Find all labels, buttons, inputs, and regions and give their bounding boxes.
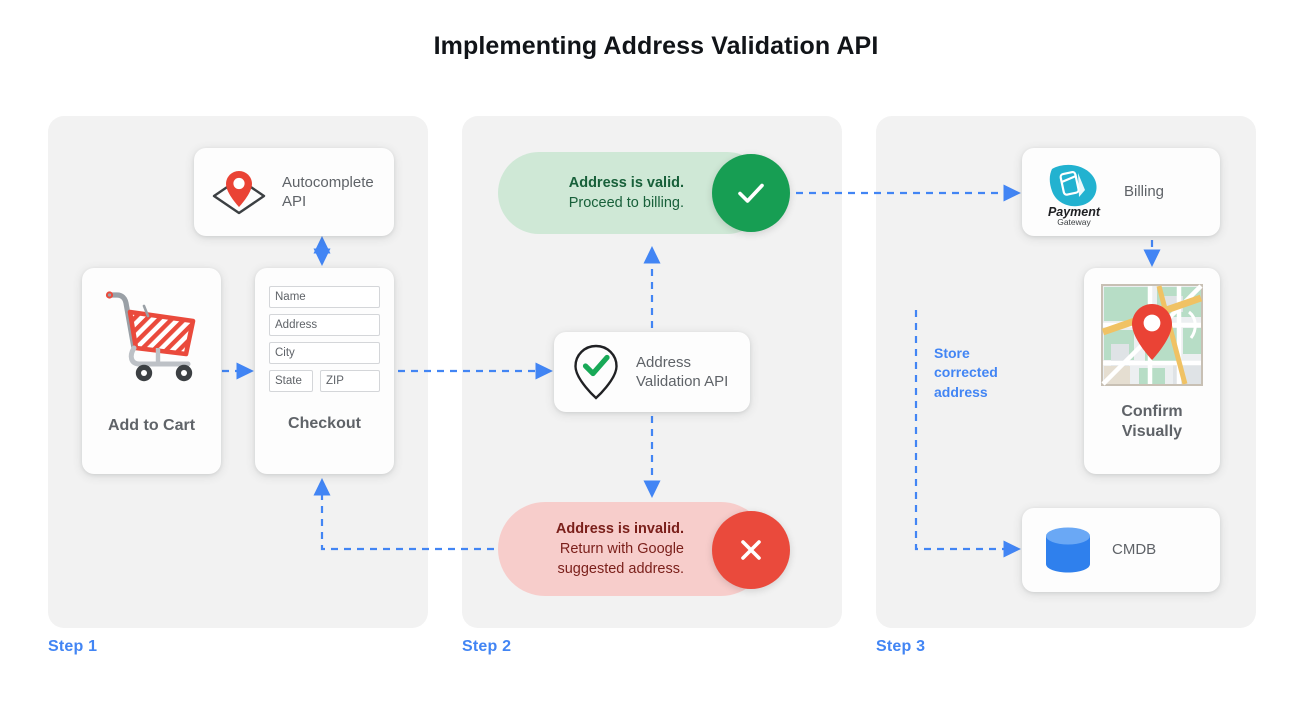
address-validation-api-label: Address Validation API <box>636 353 729 390</box>
city-field[interactable]: City <box>269 342 380 364</box>
map-pin-diamond-icon <box>212 171 266 215</box>
confirm-visually-card[interactable]: Confirm Visually <box>1084 268 1220 474</box>
state-field[interactable]: State <box>269 370 313 392</box>
shopping-cart-icon <box>105 291 195 382</box>
payment-logo-secondary-text: Gateway <box>1057 217 1091 227</box>
map-pin-check-icon <box>574 344 618 400</box>
cmdb-card[interactable]: CMDB <box>1022 508 1220 592</box>
invalid-status-badge <box>712 511 790 589</box>
cmdb-label: CMDB <box>1112 541 1157 559</box>
address-validation-api-card[interactable]: Address Validation API <box>554 332 750 412</box>
address-invalid-line1: Address is invalid. <box>555 521 684 537</box>
billing-label: Billing <box>1124 183 1165 201</box>
confirm-visually-label: Confirm Visually <box>1121 403 1183 440</box>
address-valid-line1: Address is valid. <box>568 174 684 191</box>
state-zip-row: State ZIP <box>269 370 380 392</box>
step-1-label: Step 1 <box>48 638 98 655</box>
map-thumbnail-icon <box>1101 284 1203 386</box>
autocomplete-api-card[interactable]: Autocomplete API <box>194 148 394 236</box>
address-invalid-line3: suggested address. <box>557 561 684 577</box>
add-to-cart-card[interactable]: Add to Cart <box>82 268 221 474</box>
address-valid-line2: Proceed to billing. <box>568 195 684 211</box>
check-icon <box>738 183 764 203</box>
autocomplete-api-label: Autocomplete API <box>282 173 374 210</box>
zip-field[interactable]: ZIP <box>320 370 380 392</box>
checkout-label: Checkout <box>288 415 361 432</box>
address-invalid-line2: Return with Google <box>559 541 684 557</box>
step-2-label: Step 2 <box>462 638 512 655</box>
checkout-card[interactable]: Name Address City State ZIP Checkout <box>255 268 394 474</box>
add-to-cart-label: Add to Cart <box>107 417 196 434</box>
address-field[interactable]: Address <box>269 314 380 336</box>
database-icon <box>1046 527 1090 573</box>
billing-card[interactable]: Payment Gateway Billing <box>1022 148 1220 236</box>
store-corrected-address-note: Store corrected address <box>934 345 998 400</box>
name-field[interactable]: Name <box>269 286 380 308</box>
valid-status-badge <box>712 154 790 232</box>
diagram-canvas: Implementing Address Validation API Auto… <box>0 0 1312 704</box>
payment-gateway-logo-icon: Payment Gateway <box>1048 164 1101 227</box>
page-title: Implementing Address Validation API <box>433 32 879 60</box>
step-3-label: Step 3 <box>876 638 926 655</box>
close-icon <box>741 540 761 560</box>
